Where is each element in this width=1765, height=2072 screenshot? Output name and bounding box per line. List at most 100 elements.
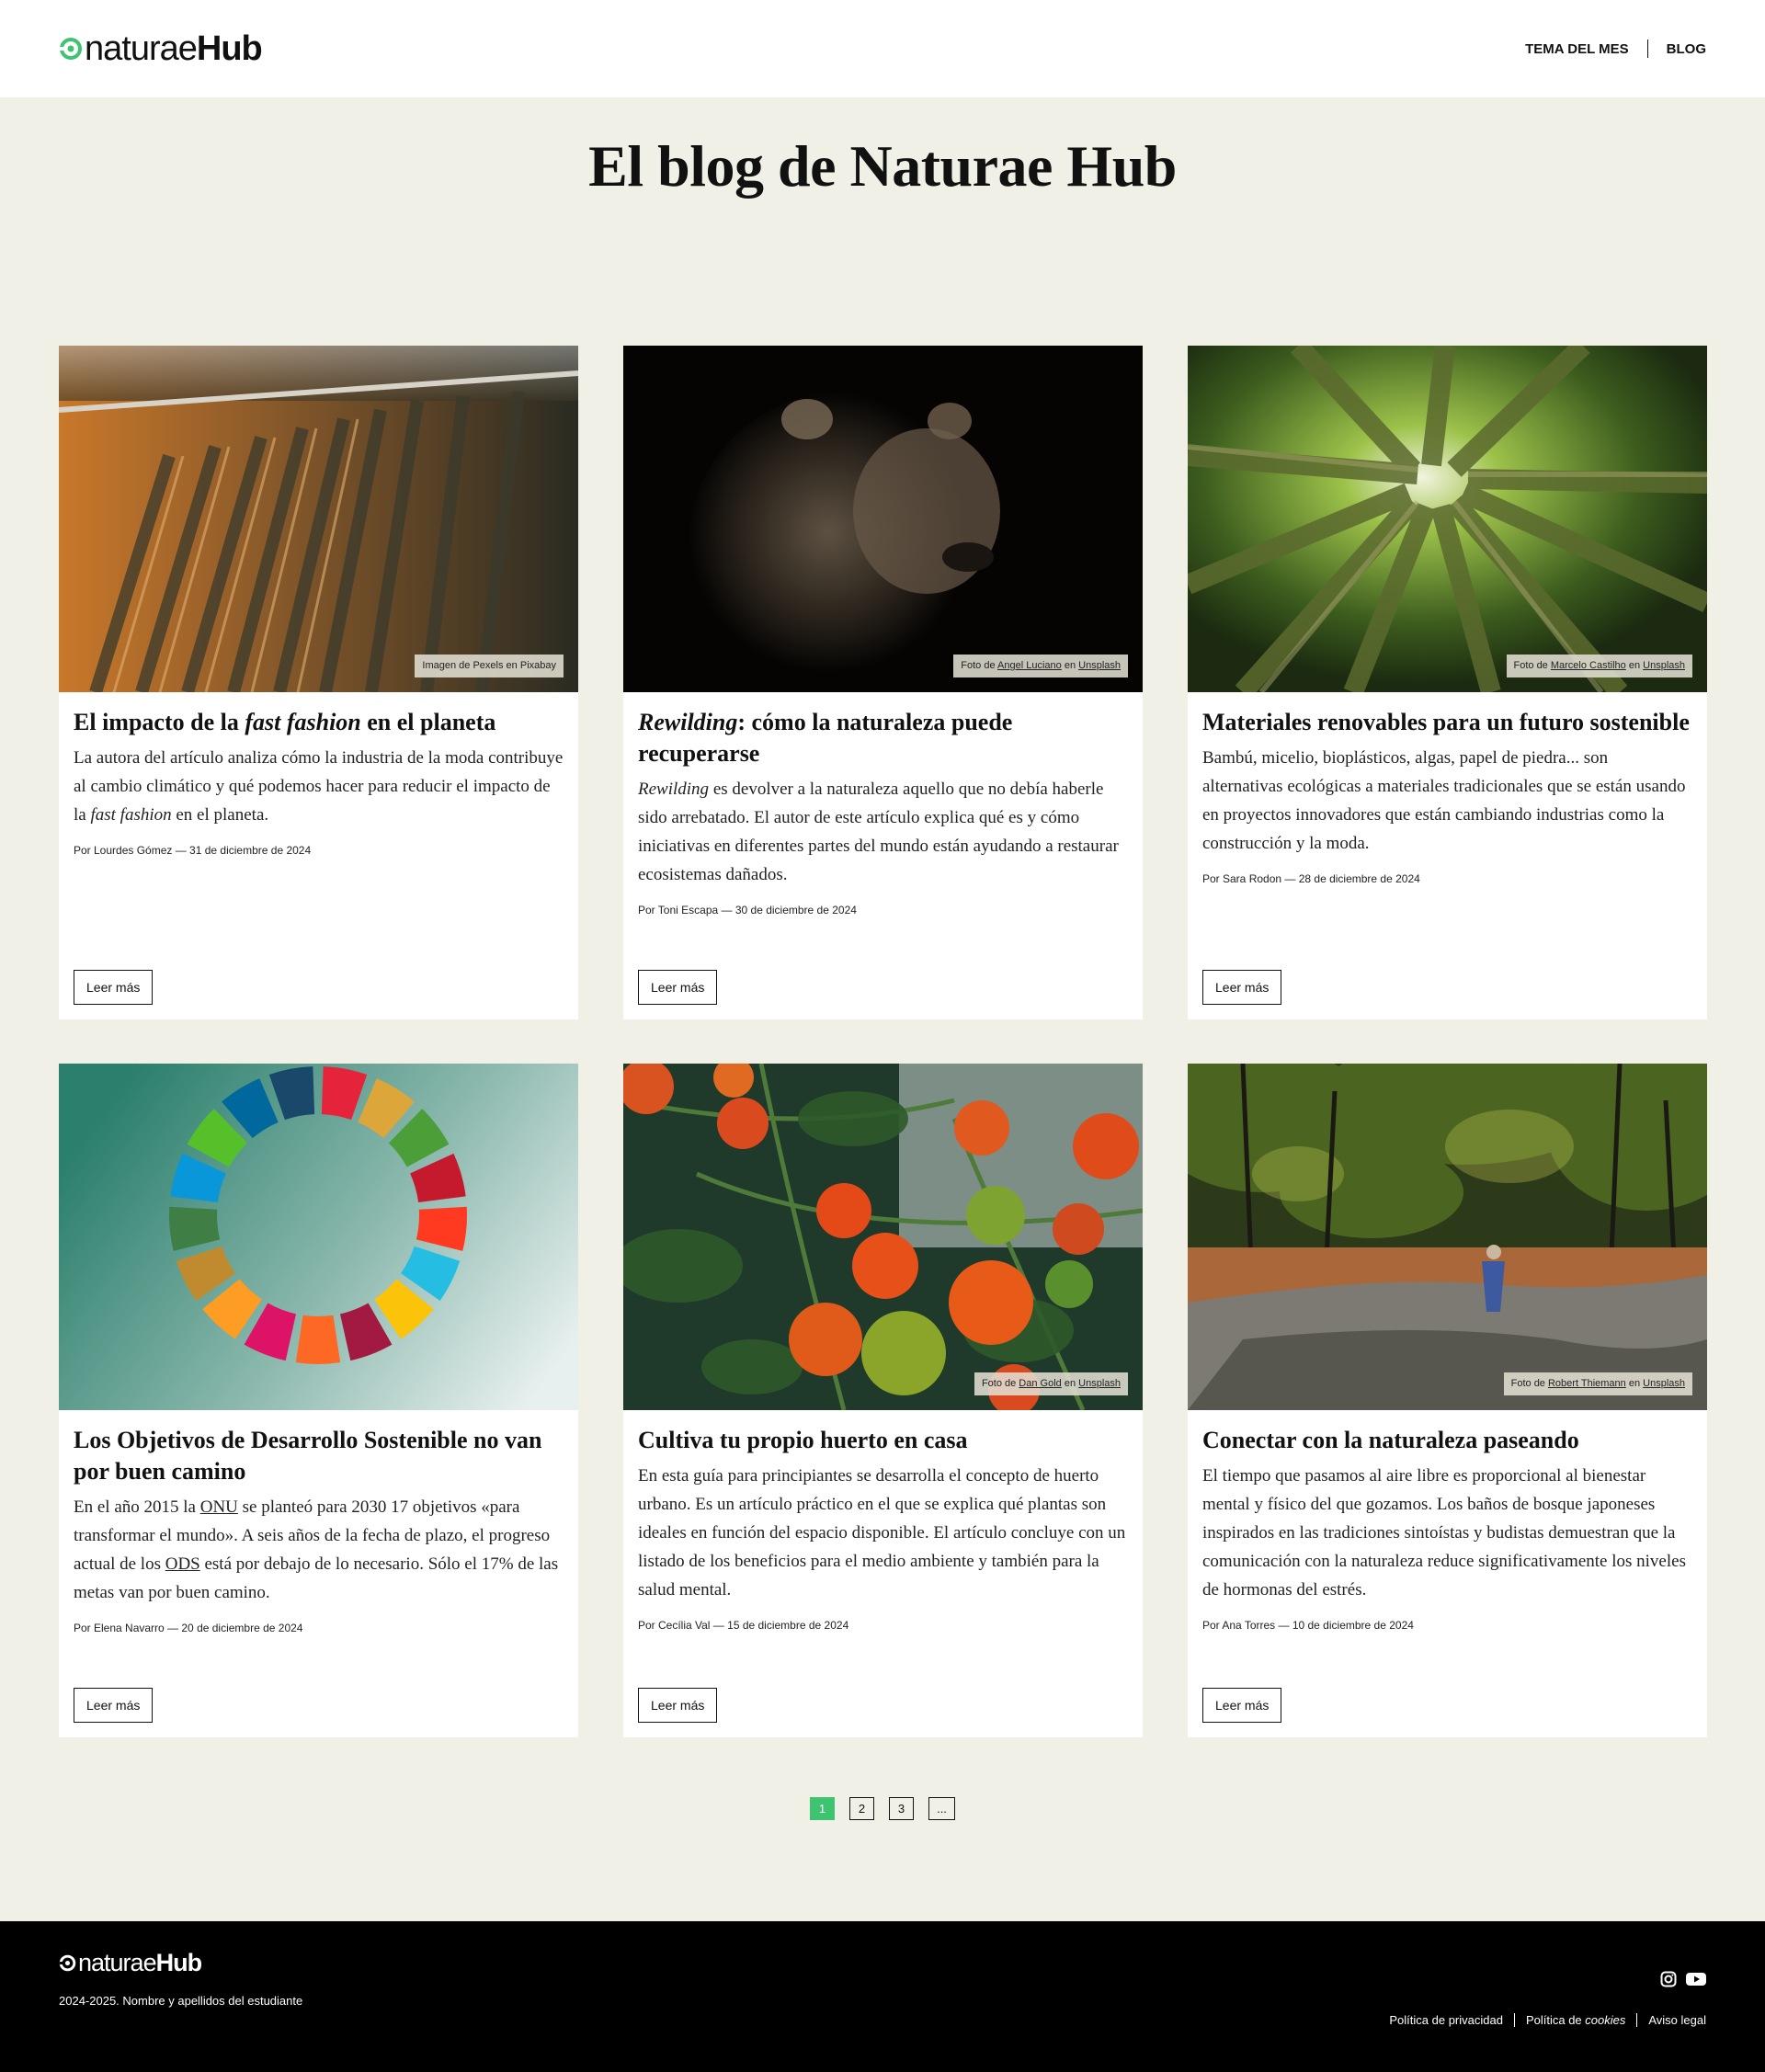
photo-credit: Foto de Robert Thiemann en Unsplash bbox=[1503, 1372, 1692, 1395]
page-3-button[interactable]: 3 bbox=[889, 1797, 914, 1820]
social-links bbox=[1660, 1971, 1706, 1987]
card-meta: Por Elena Navarro — 20 de diciembre de 2… bbox=[74, 1622, 303, 1634]
card-description: Bambú, micelio, bioplásticos, algas, pap… bbox=[1202, 748, 1686, 853]
card-image-bamboo[interactable]: Foto de Marcelo Castilho en Unsplash bbox=[1188, 346, 1707, 692]
site-header: naturae Hub TEMA DEL MES BLOG bbox=[0, 0, 1765, 97]
card-image-tomatoes[interactable]: Foto de Dan Gold en Unsplash bbox=[623, 1064, 1143, 1410]
card-body: Rewilding: cómo la naturaleza puede recu… bbox=[623, 692, 1143, 1019]
privacy-policy-link[interactable]: Política de privacidad bbox=[1389, 2013, 1503, 2027]
credit-site-link[interactable]: Unsplash bbox=[1643, 1378, 1685, 1389]
page-2-button[interactable]: 2 bbox=[849, 1797, 874, 1820]
card-image-forest-walk[interactable]: Foto de Robert Thiemann en Unsplash bbox=[1188, 1064, 1707, 1410]
credit-site-link[interactable]: Unsplash bbox=[1078, 1378, 1121, 1389]
blog-card: Foto de Angel Luciano en Unsplash Rewild… bbox=[623, 346, 1143, 1019]
footer-logo[interactable]: naturae Hub bbox=[59, 1949, 302, 1977]
page-1-button[interactable]: 1 bbox=[810, 1797, 835, 1820]
legal-links: Política de privacidad Política de cooki… bbox=[1389, 2013, 1706, 2027]
bamboo-photo bbox=[1188, 346, 1707, 692]
cookies-policy-link[interactable]: Política de cookies bbox=[1526, 2013, 1625, 2027]
page-title: El blog de Naturae Hub bbox=[588, 133, 1177, 199]
card-body: Conectar con la naturaleza paseando El t… bbox=[1188, 1410, 1707, 1737]
credit-author-link[interactable]: Dan Gold bbox=[1019, 1378, 1061, 1389]
youtube-icon[interactable] bbox=[1686, 1971, 1706, 1987]
card-title[interactable]: Conectar con la naturaleza paseando bbox=[1202, 1425, 1692, 1456]
main-content: El blog de Naturae Hub Imagen de Pexels … bbox=[0, 97, 1765, 1921]
sdg-wheel-segment bbox=[295, 1315, 341, 1364]
card-image-bear[interactable]: Foto de Angel Luciano en Unsplash bbox=[623, 346, 1143, 692]
card-title[interactable]: Materiales renovables para un futuro sos… bbox=[1202, 707, 1692, 738]
nav-tema-del-mes[interactable]: TEMA DEL MES bbox=[1525, 41, 1629, 57]
card-image-hangers[interactable]: Imagen de Pexels en Pixabay bbox=[59, 346, 578, 692]
logo-word-naturae: naturae bbox=[78, 1949, 157, 1976]
credit-author-link[interactable]: Angel Luciano bbox=[997, 660, 1062, 671]
pagination: 1 2 3 ... bbox=[59, 1737, 1706, 1921]
read-more-button[interactable]: Leer más bbox=[638, 1688, 718, 1723]
card-meta: Por Sara Rodon — 28 de diciembre de 2024 bbox=[1202, 872, 1420, 885]
credit-author-link[interactable]: Marcelo Castilho bbox=[1551, 660, 1626, 671]
legal-divider bbox=[1636, 2013, 1638, 2027]
card-meta: Por Ana Torres — 10 de diciembre de 2024 bbox=[1202, 1619, 1414, 1632]
blog-card: Foto de Marcelo Castilho en Unsplash Mat… bbox=[1188, 346, 1707, 1019]
page-more-button[interactable]: ... bbox=[928, 1797, 955, 1820]
logo[interactable]: naturae Hub bbox=[59, 28, 263, 69]
blog-grid: Imagen de Pexels en Pixabay El impacto d… bbox=[59, 346, 1707, 1737]
footer-left: naturae Hub 2024-2025. Nombre y apellidos… bbox=[59, 1949, 302, 2072]
nav-divider bbox=[1646, 40, 1648, 58]
photo-credit: Foto de Marcelo Castilho en Unsplash bbox=[1506, 655, 1692, 677]
photo-credit: Foto de Angel Luciano en Unsplash bbox=[953, 655, 1128, 677]
onu-link[interactable]: ONU bbox=[200, 1497, 238, 1517]
card-meta: Por Lourdes Gómez — 31 de diciembre de 2… bbox=[74, 844, 312, 857]
blog-card: Foto de Dan Gold en Unsplash Cultiva tu … bbox=[623, 1064, 1143, 1737]
card-image-sdg-wheel[interactable] bbox=[59, 1064, 578, 1410]
card-title[interactable]: Los Objetivos de Desarrollo Sostenible n… bbox=[74, 1425, 564, 1487]
sdg-wheel-graphic bbox=[59, 1064, 578, 1410]
card-meta: Por Cecília Val — 15 de diciembre de 202… bbox=[638, 1619, 849, 1632]
blog-card: Imagen de Pexels en Pixabay El impacto d… bbox=[59, 346, 578, 1019]
footer-copyright: 2024-2025. Nombre y apellidos del estudi… bbox=[59, 1994, 303, 2008]
card-meta: Por Toni Escapa — 30 de diciembre de 202… bbox=[638, 904, 857, 916]
card-title[interactable]: Cultiva tu propio huerto en casa bbox=[638, 1425, 1128, 1456]
site-footer: naturae Hub 2024-2025. Nombre y apellidos… bbox=[0, 1921, 1765, 2072]
hangers-photo bbox=[59, 346, 578, 692]
legal-notice-link[interactable]: Aviso legal bbox=[1648, 2013, 1706, 2027]
card-body: Los Objetivos de Desarrollo Sostenible n… bbox=[59, 1410, 578, 1737]
read-more-button[interactable]: Leer más bbox=[74, 970, 154, 1005]
credit-author-link[interactable]: Pexels bbox=[473, 660, 503, 671]
logo-word-hub: Hub bbox=[155, 1949, 202, 1976]
credit-site-link[interactable]: Unsplash bbox=[1643, 660, 1685, 671]
card-description: En esta guía para principiantes se desar… bbox=[638, 1466, 1126, 1600]
credit-author-link[interactable]: Robert Thiemann bbox=[1548, 1378, 1626, 1389]
instagram-icon[interactable] bbox=[1660, 1971, 1677, 1987]
bear-photo bbox=[623, 346, 1143, 692]
logo-icon bbox=[60, 38, 82, 60]
card-description: El tiempo que pasamos al aire libre es p… bbox=[1202, 1466, 1686, 1600]
forest-walk-photo bbox=[1188, 1064, 1707, 1410]
read-more-button[interactable]: Leer más bbox=[1202, 1688, 1282, 1723]
card-body: El impacto de la fast fashion en el plan… bbox=[59, 692, 578, 1019]
ods-link[interactable]: ODS bbox=[165, 1554, 200, 1574]
card-title[interactable]: El impacto de la fast fashion en el plan… bbox=[74, 707, 564, 738]
footer-right: Política de privacidad Política de cooki… bbox=[1389, 1949, 1706, 2072]
logo-word-naturae: naturae bbox=[85, 28, 198, 68]
card-body: Cultiva tu propio huerto en casa En esta… bbox=[623, 1410, 1143, 1737]
legal-divider bbox=[1513, 2013, 1515, 2027]
read-more-button[interactable]: Leer más bbox=[1202, 970, 1282, 1005]
credit-site-link[interactable]: Pixabay bbox=[520, 660, 556, 671]
top-nav: TEMA DEL MES BLOG bbox=[1525, 40, 1706, 58]
blog-card: Los Objetivos de Desarrollo Sostenible n… bbox=[59, 1064, 578, 1737]
credit-site-link[interactable]: Unsplash bbox=[1078, 660, 1121, 671]
card-description: En el año 2015 la ONU se planteó para 20… bbox=[74, 1497, 559, 1602]
tomatoes-photo bbox=[623, 1064, 1143, 1410]
card-description: Rewilding es devolver a la naturaleza aq… bbox=[638, 780, 1119, 884]
photo-credit: Foto de Dan Gold en Unsplash bbox=[974, 1372, 1128, 1395]
logo-icon bbox=[59, 1954, 76, 1972]
card-description: La autora del artículo analiza cómo la i… bbox=[74, 748, 564, 825]
card-body: Materiales renovables para un futuro sos… bbox=[1188, 692, 1707, 1019]
photo-credit: Imagen de Pexels en Pixabay bbox=[415, 655, 564, 677]
card-title[interactable]: Rewilding: cómo la naturaleza puede recu… bbox=[638, 707, 1128, 769]
read-more-button[interactable]: Leer más bbox=[638, 970, 718, 1005]
logo-word-hub: Hub bbox=[196, 28, 263, 68]
read-more-button[interactable]: Leer más bbox=[74, 1688, 154, 1723]
nav-blog[interactable]: BLOG bbox=[1667, 41, 1706, 57]
blog-card: Foto de Robert Thiemann en Unsplash Cone… bbox=[1188, 1064, 1707, 1737]
